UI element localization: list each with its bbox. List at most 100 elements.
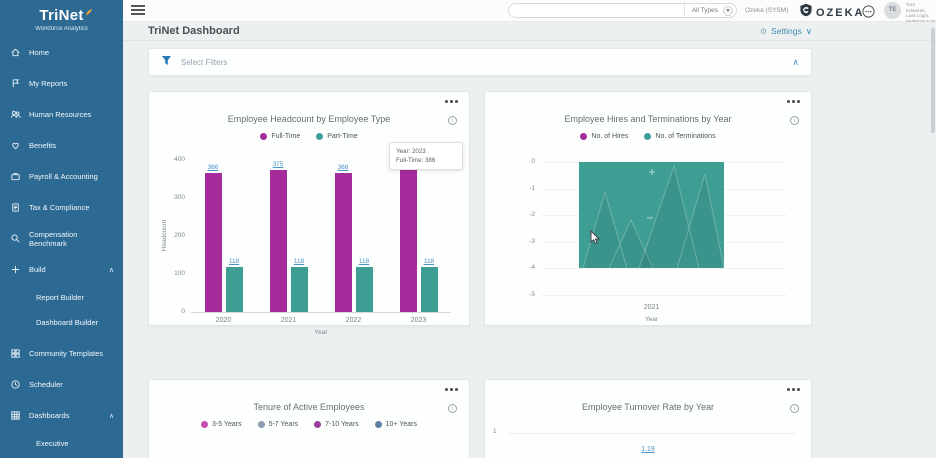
y-tick-label: -3 bbox=[511, 238, 535, 245]
y-tick-label: 0 bbox=[161, 308, 185, 315]
bar-value-link[interactable]: 118 bbox=[349, 258, 379, 265]
sidebar-item-community-templates[interactable]: Community Templates bbox=[0, 338, 123, 369]
bar-chart: 4003002001000Headcount366118202037511820… bbox=[161, 160, 457, 325]
x-axis-line bbox=[191, 312, 451, 313]
sidebar-item-home[interactable]: Home bbox=[0, 37, 123, 68]
legend-label: 10+ Years bbox=[386, 421, 417, 428]
briefcase-icon bbox=[9, 171, 21, 182]
bar-part-time[interactable] bbox=[421, 267, 438, 312]
sidebar-nav: HomeMy ReportsHuman ResourcesBenefits Pay… bbox=[0, 37, 123, 456]
legend-label: Part-Time bbox=[327, 133, 357, 140]
org-label: Ozeka (SYSM) bbox=[745, 7, 788, 14]
data-point-label[interactable]: 1.19 bbox=[485, 446, 811, 453]
bar-value-link[interactable]: 118 bbox=[414, 258, 444, 265]
chart-title: Tenure of Active Employees bbox=[179, 402, 439, 412]
sidebar-item-payroll-accounting[interactable]: Payroll & Accounting bbox=[0, 161, 123, 192]
bar-value-link[interactable]: 366 bbox=[328, 164, 358, 171]
legend-item-10-years[interactable]: 10+ Years bbox=[375, 421, 417, 428]
filter-funnel-icon bbox=[161, 53, 172, 71]
global-search: All Types ▼ bbox=[508, 3, 737, 18]
x-tick-label: 2021 bbox=[269, 317, 309, 324]
sidebar-item-tax-compliance[interactable]: Tax & Compliance bbox=[0, 192, 123, 223]
legend-item-full-time[interactable]: Full-Time bbox=[260, 133, 300, 140]
y-tick-label: -1 bbox=[511, 185, 535, 192]
bar-value-link[interactable]: 366 bbox=[198, 164, 228, 171]
menu-icon[interactable] bbox=[131, 5, 145, 17]
legend-label: 7-10 Years bbox=[325, 421, 358, 428]
bar-part-time[interactable] bbox=[291, 267, 308, 312]
chevron-up-icon[interactable]: ∧ bbox=[792, 57, 799, 68]
terminations-area[interactable] bbox=[579, 162, 724, 268]
chart-card-turnover: Employee Turnover Rate by Year 1 1.19 bbox=[484, 379, 812, 458]
search-input[interactable] bbox=[509, 4, 684, 17]
area-chart: 0-1-2-3-4-52021Year bbox=[497, 154, 799, 325]
info-icon[interactable] bbox=[790, 116, 799, 125]
sidebar-item-report-builder[interactable]: Report Builder bbox=[0, 285, 123, 310]
card-menu-icon[interactable] bbox=[445, 100, 458, 103]
legend-item-7-10-years[interactable]: 7-10 Years bbox=[314, 421, 358, 428]
chart-title: Employee Hires and Terminations by Year bbox=[515, 114, 781, 124]
y-axis-title: Headcount bbox=[161, 220, 168, 251]
bar-part-time[interactable] bbox=[356, 267, 373, 312]
legend-label: No. of Hires bbox=[591, 133, 628, 140]
chevron-up-icon[interactable]: ∧ bbox=[109, 412, 114, 420]
search-type-select[interactable]: All Types ▼ bbox=[684, 4, 736, 17]
bar-full-time[interactable] bbox=[400, 165, 417, 312]
bar-value-link[interactable]: 118 bbox=[219, 258, 249, 265]
gear-icon: ⚙ bbox=[760, 27, 767, 36]
sidebar-item-dashboard-builder[interactable]: Dashboard Builder bbox=[0, 310, 123, 335]
dashboard-grid: Employee Headcount by Employee Type Full… bbox=[148, 91, 812, 458]
bar-part-time[interactable] bbox=[226, 267, 243, 312]
sidebar-item-human-resources[interactable]: Human Resources bbox=[0, 99, 123, 130]
y-tick-label: 400 bbox=[161, 156, 185, 163]
y-tick-label: 100 bbox=[161, 270, 185, 277]
logo-subtitle: Workforce Analytics bbox=[6, 26, 117, 32]
flag-icon bbox=[9, 78, 21, 89]
legend-item-part-time[interactable]: Part-Time bbox=[316, 133, 357, 140]
bar-full-time[interactable] bbox=[205, 173, 222, 312]
info-icon[interactable] bbox=[448, 404, 457, 413]
card-menu-icon[interactable] bbox=[787, 100, 800, 103]
legend-item-no-of-terminations[interactable]: No. of Terminations bbox=[644, 133, 715, 140]
scrollbar-thumb[interactable] bbox=[931, 28, 935, 133]
people-icon bbox=[9, 109, 21, 120]
help-icon[interactable] bbox=[862, 5, 875, 23]
card-menu-icon[interactable] bbox=[787, 388, 800, 391]
avatar[interactable]: TE bbox=[884, 2, 901, 19]
sidebar-item-label: Build bbox=[29, 265, 46, 274]
legend-dot bbox=[201, 421, 208, 428]
sidebar-item-build[interactable]: Build ∧ bbox=[0, 254, 123, 285]
sidebar-item-label: Payroll & Accounting bbox=[29, 172, 98, 181]
bar-value-link[interactable]: 118 bbox=[284, 258, 314, 265]
legend-dot bbox=[314, 421, 321, 428]
settings-button[interactable]: ⚙ Settings ∨ bbox=[760, 26, 812, 37]
legend-dot bbox=[375, 421, 382, 428]
shield-icon bbox=[799, 3, 813, 22]
sidebar-item-compensation-benchmark[interactable]: Compensation Benchmark bbox=[0, 223, 123, 254]
chevron-up-icon[interactable]: ∧ bbox=[109, 266, 114, 274]
chart-card-tenure: Tenure of Active Employees 3-5 Years 5-7 … bbox=[148, 379, 470, 458]
chart-tooltip: Year: 2023 Full-Time: 386 bbox=[389, 142, 463, 170]
sidebar-item-executive[interactable]: Executive bbox=[0, 431, 123, 456]
card-menu-icon[interactable] bbox=[445, 388, 458, 391]
x-axis-title: Year bbox=[306, 329, 336, 336]
sidebar-item-benefits[interactable]: Benefits bbox=[0, 130, 123, 161]
legend-item-no-of-hires[interactable]: No. of Hires bbox=[580, 133, 628, 140]
legend-dot bbox=[644, 133, 651, 140]
tooltip-line2: Full-Time: 386 bbox=[396, 156, 456, 165]
legend-item-3-5-years[interactable]: 3-5 Years bbox=[201, 421, 242, 428]
bar-value-link[interactable]: 375 bbox=[263, 161, 293, 168]
sidebar-item-scheduler[interactable]: Scheduler bbox=[0, 369, 123, 400]
sidebar-item-my-reports[interactable]: My Reports bbox=[0, 68, 123, 99]
info-icon[interactable] bbox=[790, 404, 799, 413]
sidebar-item-dashboards[interactable]: Dashboards∧ bbox=[0, 400, 123, 431]
info-icon[interactable] bbox=[448, 116, 457, 125]
select-filters-bar[interactable]: Select Filters ∧ bbox=[148, 48, 812, 76]
y-tick-label: -2 bbox=[511, 211, 535, 218]
legend-item-5-7-years[interactable]: 5-7 Years bbox=[258, 421, 299, 428]
y-tick-label: -5 bbox=[511, 291, 535, 298]
x-tick-label: 2022 bbox=[334, 317, 374, 324]
bar-full-time[interactable] bbox=[270, 170, 287, 313]
user-name: Tom Edwards, bbox=[906, 3, 936, 14]
bar-full-time[interactable] bbox=[335, 173, 352, 312]
